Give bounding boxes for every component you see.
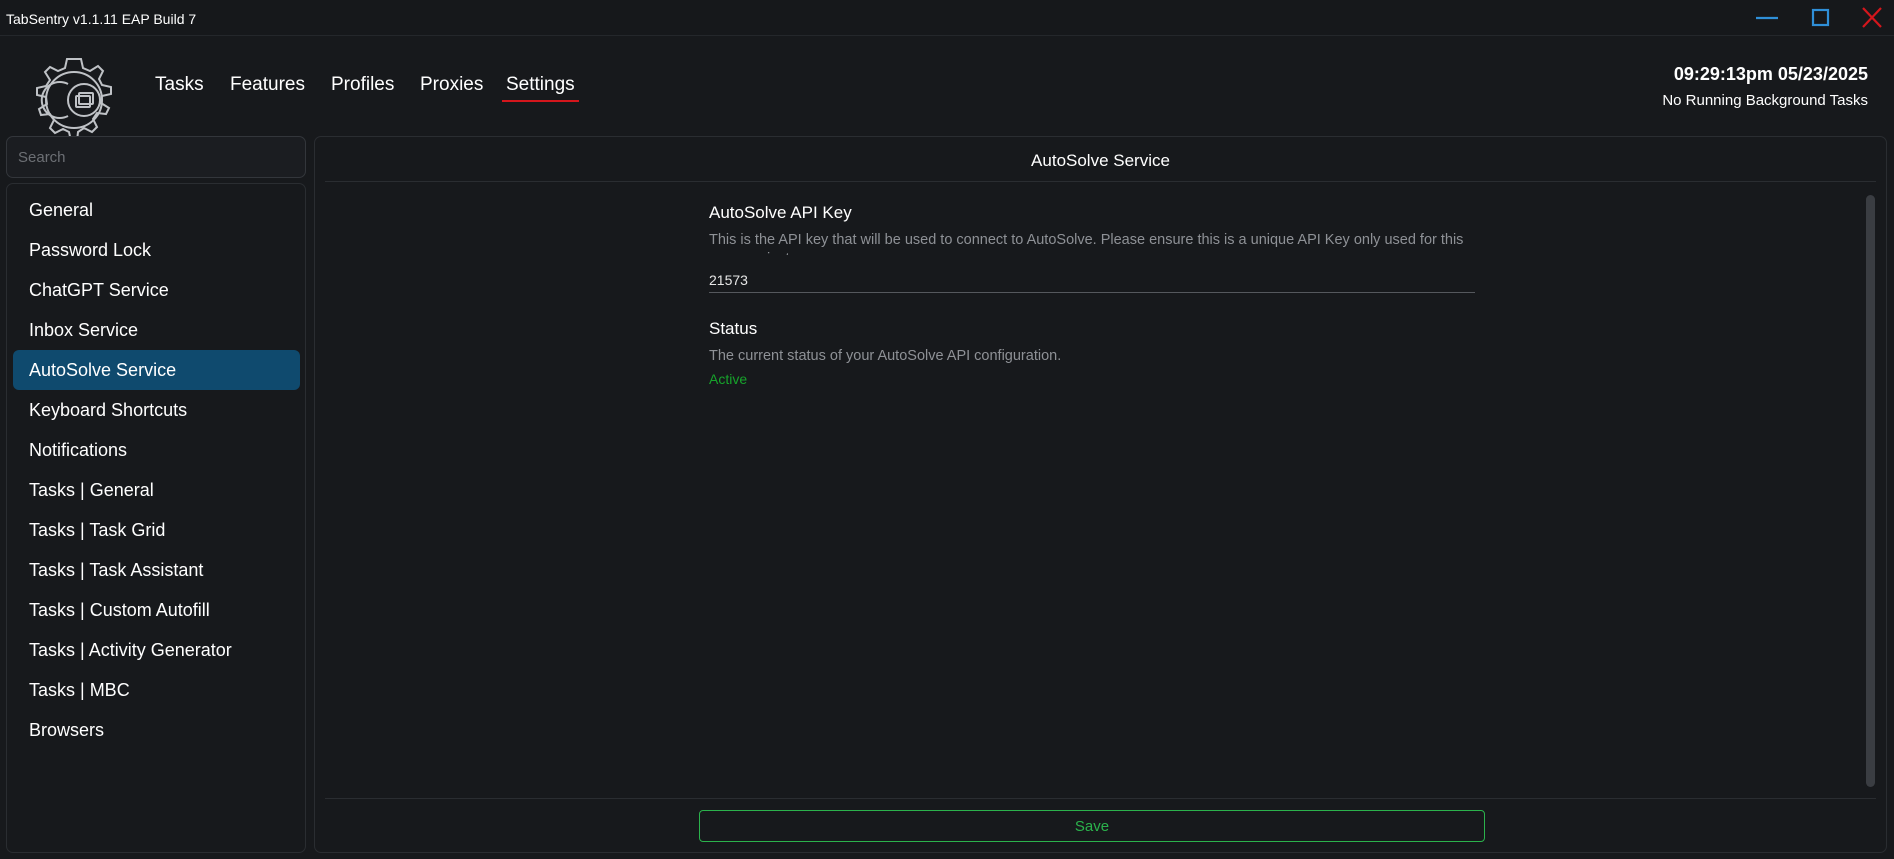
title-bar: TabSentry v1.1.11 EAP Build 7 bbox=[0, 0, 1894, 36]
api-key-setting: AutoSolve API Key This is the API key th… bbox=[709, 203, 1475, 293]
sidebar-item-inbox-service[interactable]: Inbox Service bbox=[13, 310, 300, 350]
api-key-label: AutoSolve API Key bbox=[709, 203, 852, 222]
nav-proxies[interactable]: Proxies bbox=[420, 74, 483, 102]
sidebar-item-tasks-general[interactable]: Tasks | General bbox=[13, 470, 300, 510]
sidebar-item-password-lock[interactable]: Password Lock bbox=[13, 230, 300, 270]
save-button[interactable]: Save bbox=[699, 810, 1485, 842]
api-key-field[interactable] bbox=[709, 267, 1475, 293]
status-value: Active bbox=[709, 371, 748, 387]
settings-panel: AutoSolve Service AutoSolve API Key This… bbox=[314, 136, 1887, 853]
maximize-icon[interactable] bbox=[1806, 6, 1834, 30]
nav-settings[interactable]: Settings bbox=[502, 74, 579, 102]
nav-tasks[interactable]: Tasks bbox=[155, 74, 204, 102]
window-title: TabSentry v1.1.11 EAP Build 7 bbox=[6, 11, 197, 27]
status-description: The current status of your AutoSolve API… bbox=[709, 348, 1062, 364]
divider bbox=[325, 798, 1876, 799]
minimize-icon[interactable] bbox=[1753, 6, 1781, 30]
sidebar-item-browsers[interactable]: Browsers bbox=[13, 710, 300, 750]
sidebar-item-tasks-task-assistant[interactable]: Tasks | Task Assistant bbox=[13, 550, 300, 590]
sidebar-item-tasks-mbc[interactable]: Tasks | MBC bbox=[13, 670, 300, 710]
background-status: No Running Background Tasks bbox=[1662, 92, 1868, 109]
status-label: Status bbox=[709, 319, 758, 338]
search-input[interactable] bbox=[6, 136, 306, 178]
nav-profiles[interactable]: Profiles bbox=[331, 74, 394, 102]
close-icon[interactable] bbox=[1858, 6, 1886, 30]
sidebar-item-tasks-task-grid[interactable]: Tasks | Task Grid bbox=[13, 510, 300, 550]
api-key-description: This is the API key that will be used to… bbox=[709, 232, 1464, 255]
sidebar-item-notifications[interactable]: Notifications bbox=[13, 430, 300, 470]
sidebar-item-keyboard-shortcuts[interactable]: Keyboard Shortcuts bbox=[13, 390, 300, 430]
divider bbox=[325, 181, 1876, 182]
sidebar-item-general[interactable]: General bbox=[13, 190, 300, 230]
scrollbar[interactable] bbox=[1866, 195, 1875, 787]
sidebar-item-chatgpt-service[interactable]: ChatGPT Service bbox=[13, 270, 300, 310]
sidebar-item-tasks-custom-autofill[interactable]: Tasks | Custom Autofill bbox=[13, 590, 300, 630]
sidebar-item-autosolve-service[interactable]: AutoSolve Service bbox=[13, 350, 300, 390]
status-setting: Status The current status of your AutoSo… bbox=[709, 319, 1475, 387]
settings-sidebar: General Password Lock ChatGPT Service In… bbox=[6, 183, 306, 853]
clock: 09:29:13pm 05/23/2025 bbox=[1673, 64, 1868, 84]
sidebar-item-tasks-activity-generator[interactable]: Tasks | Activity Generator bbox=[13, 630, 300, 670]
nav-features[interactable]: Features bbox=[230, 74, 305, 102]
panel-title: AutoSolve Service bbox=[1031, 151, 1170, 170]
